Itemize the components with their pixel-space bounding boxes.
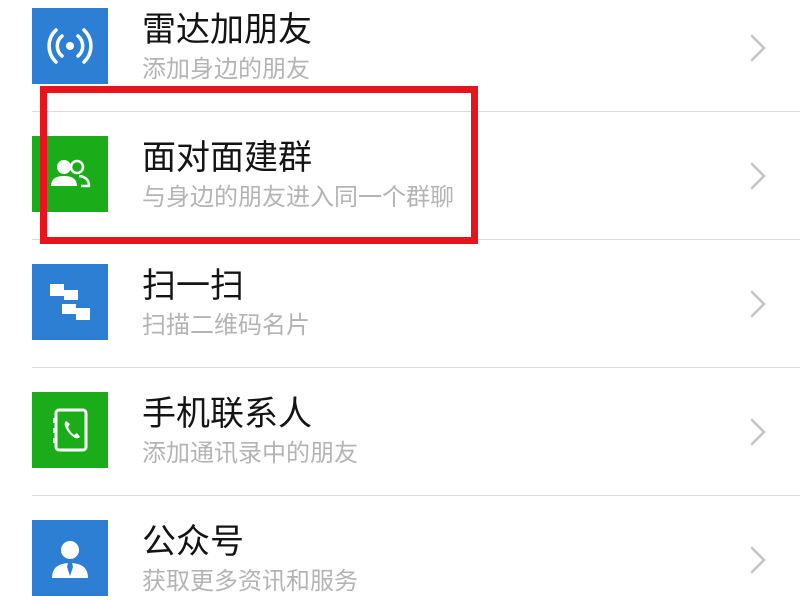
radar-icon	[47, 28, 93, 64]
list-item-subtitle: 扫描二维码名片	[142, 311, 310, 339]
chevron-right-icon	[750, 418, 766, 446]
list-item-scan[interactable]: 扫一扫 扫描二维码名片	[0, 240, 800, 368]
scan-icon	[50, 284, 90, 320]
list-item-title: 公众号	[142, 522, 244, 562]
phone-contacts-icon-tile	[32, 392, 108, 468]
face-to-face-group-icon-tile	[32, 136, 108, 212]
list-item-title: 面对面建群	[142, 138, 312, 178]
list-item-subtitle: 获取更多资讯和服务	[142, 567, 358, 595]
chevron-right-icon	[750, 162, 766, 190]
official-account-icon-tile	[32, 520, 108, 596]
chevron-right-icon	[750, 546, 766, 574]
list-item-title: 雷达加朋友	[142, 10, 312, 50]
list-item-phone-contacts[interactable]: 手机联系人 添加通讯录中的朋友	[0, 368, 800, 496]
chevron-right-icon	[750, 290, 766, 318]
phone-contacts-icon	[53, 408, 88, 452]
official-account-icon	[52, 541, 88, 578]
face-to-face-group-icon	[51, 159, 91, 188]
list-item-face-to-face-group[interactable]: 面对面建群 与身边的朋友进入同一个群聊	[0, 112, 800, 240]
add-friends-options-list: 雷达加朋友 添加身边的朋友 面对面建群 与身边的朋友进入同一个群聊 扫一扫 扫描…	[0, 0, 800, 600]
radar-icon-tile	[32, 8, 108, 84]
list-item-radar-add-friends[interactable]: 雷达加朋友 添加身边的朋友	[0, 0, 800, 112]
list-item-subtitle: 添加身边的朋友	[142, 55, 310, 83]
list-item-title: 手机联系人	[142, 394, 312, 434]
scan-icon-tile	[32, 264, 108, 340]
list-item-subtitle: 添加通讯录中的朋友	[142, 439, 358, 467]
list-item-official-accounts[interactable]: 公众号 获取更多资讯和服务	[0, 496, 800, 600]
list-item-title: 扫一扫	[142, 266, 244, 306]
list-item-subtitle: 与身边的朋友进入同一个群聊	[142, 183, 454, 211]
chevron-right-icon	[750, 34, 766, 62]
